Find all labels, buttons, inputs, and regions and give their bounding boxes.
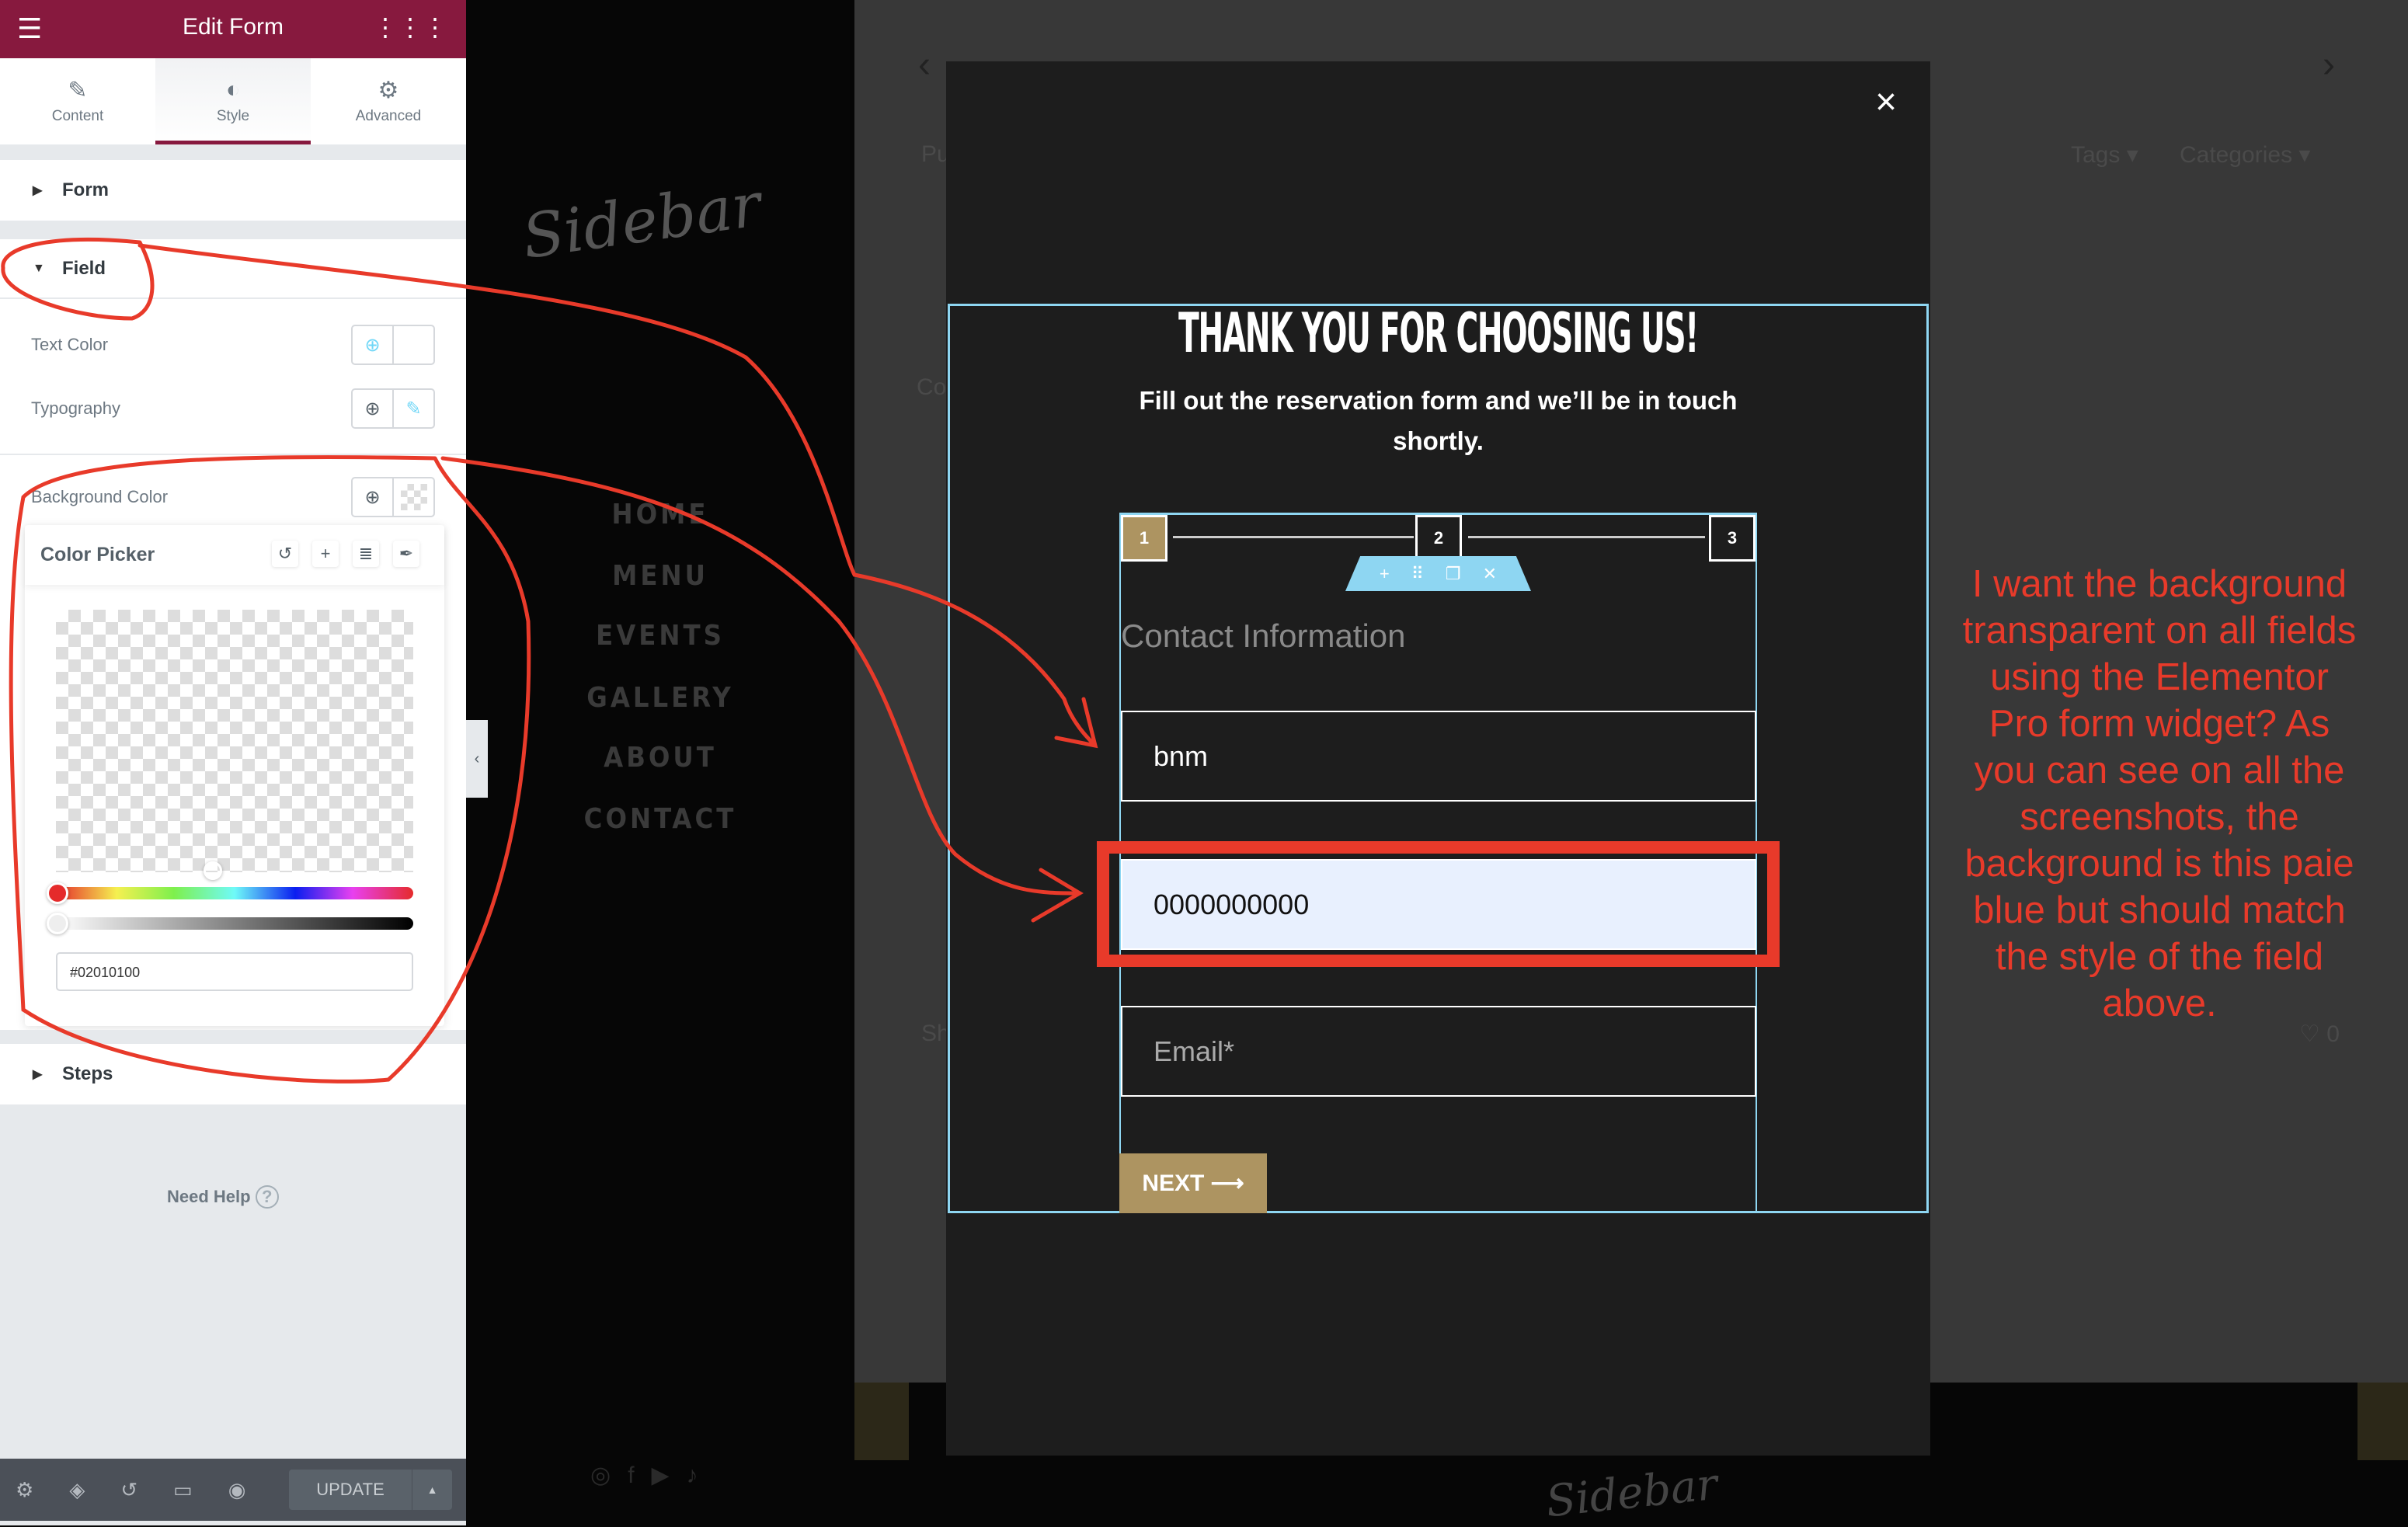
bg-color-circle	[9, 454, 531, 1084]
field-circle	[1, 237, 155, 321]
arrow-to-phone-field	[440, 456, 1084, 923]
annotation-text: I want the background transparent on all…	[1962, 563, 2357, 1024]
arrow-to-name-field	[137, 243, 1098, 749]
